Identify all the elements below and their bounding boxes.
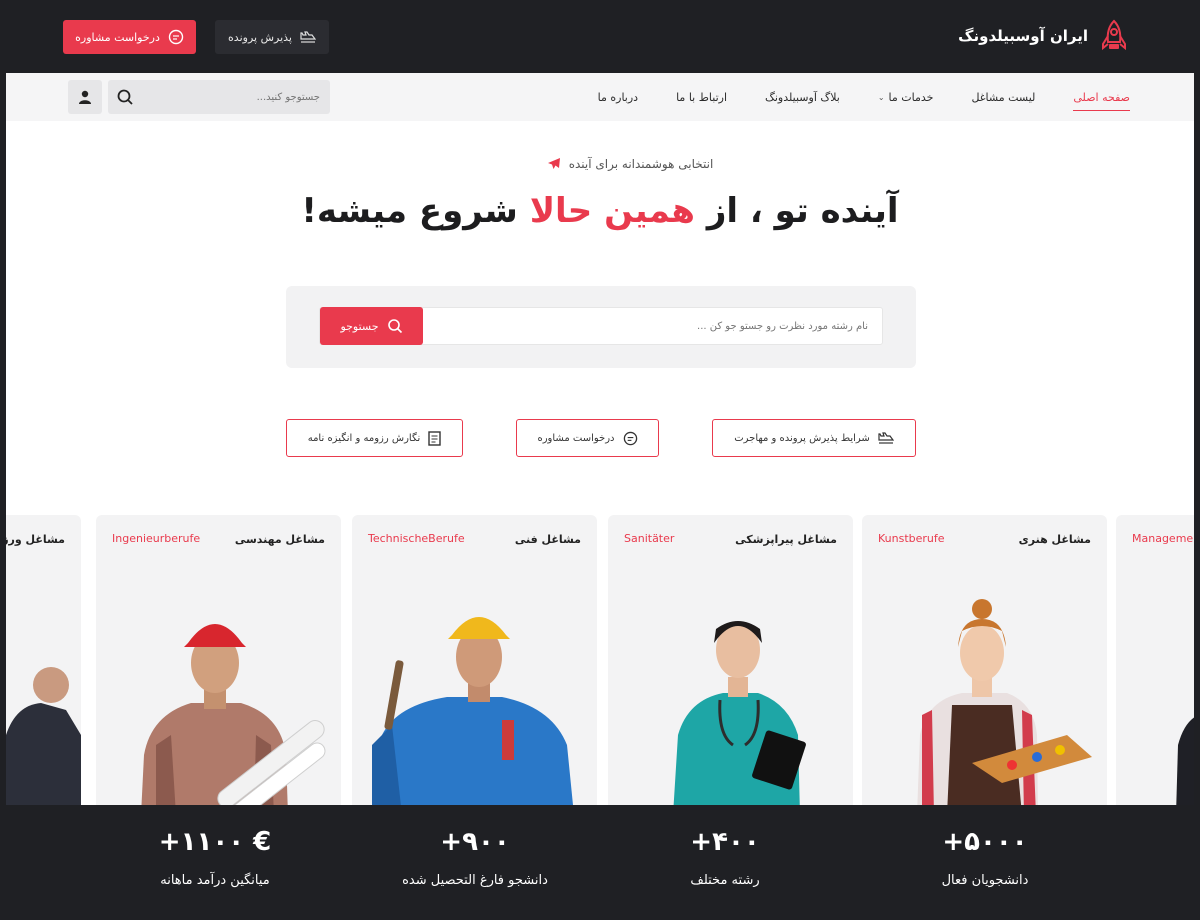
card-technical-jobs[interactable]: مشاغل فنی TechnischeBerufe xyxy=(352,515,597,805)
nurse-image xyxy=(673,621,806,805)
nav-item-contact[interactable]: ارتباط با ما xyxy=(676,73,727,121)
artist-image xyxy=(917,599,1092,805)
consult-button[interactable]: درخواست مشاوره xyxy=(63,20,196,54)
card-engineering-jobs[interactable]: مشاغل مهندسی Ingenieurberufe xyxy=(96,515,341,805)
hero-search-box: جستوجو xyxy=(319,307,883,345)
nav-item-about[interactable]: درباره ما xyxy=(598,73,638,121)
technician-image xyxy=(372,617,573,805)
document-icon xyxy=(428,430,441,446)
nav-item-jobs[interactable]: لیست مشاغل xyxy=(971,73,1035,121)
quick-link-resume[interactable]: نگارش رزومه و انگیزه نامه xyxy=(286,419,463,457)
nav-menu: صفحه اصلی لیست مشاغل خدمات ما ⌄ بلاگ آوسب… xyxy=(598,73,1130,121)
nav-item-services[interactable]: خدمات ما ⌄ xyxy=(878,73,934,121)
hero-search-panel: جستوجو xyxy=(286,286,916,368)
stats-bar: +۵۰۰۰ دانشجویان فعال +۴۰۰ رشته مختلف +۹۰… xyxy=(0,805,1200,920)
hero-headline: آینده تو ، از همین حالا شروع میشه! xyxy=(301,191,899,231)
stat-fields: +۴۰۰ رشته مختلف xyxy=(690,827,760,888)
hero-search-button[interactable]: جستوجو xyxy=(320,307,423,345)
card-sports-jobs[interactable]: مشاغل ورزشی xyxy=(6,515,81,805)
admission-button[interactable]: پذیرش پرونده xyxy=(215,20,329,54)
airplane-icon xyxy=(547,158,560,169)
stat-active-students: +۵۰۰۰ دانشجویان فعال xyxy=(941,827,1029,888)
chevron-down-icon: ⌄ xyxy=(877,92,885,102)
main-nav: صفحه اصلی لیست مشاغل خدمات ما ⌄ بلاگ آوسب… xyxy=(6,73,1194,121)
user-account-button[interactable] xyxy=(68,80,102,114)
user-icon xyxy=(79,90,91,104)
quick-link-admission[interactable]: شرایط پذیرش پرونده و مهاجرت xyxy=(712,419,916,457)
plane-icon xyxy=(878,432,894,444)
brand[interactable]: ایران آوسبیلدونگ xyxy=(958,18,1130,54)
hero-tagline: انتخابی هوشمندانه برای آینده xyxy=(6,157,1194,171)
main-frame: صفحه اصلی لیست مشاغل خدمات ما ⌄ بلاگ آوسب… xyxy=(6,73,1194,805)
chat-icon xyxy=(623,431,637,445)
card-art-jobs[interactable]: مشاغل هنری Kunstberufe xyxy=(862,515,1107,805)
search-icon xyxy=(387,319,402,334)
person-image xyxy=(6,667,81,805)
person-image xyxy=(1176,717,1194,805)
top-bar: ایران آوسبیلدونگ پذیرش پرونده درخواست مش… xyxy=(0,0,1200,73)
nav-search-input[interactable] xyxy=(150,80,320,114)
nav-item-blog[interactable]: بلاگ آوسبیلدونگ xyxy=(765,73,840,121)
brand-name: ایران آوسبیلدونگ xyxy=(958,27,1088,45)
nav-search xyxy=(108,80,330,114)
quick-link-consult[interactable]: درخواست مشاوره xyxy=(516,419,659,457)
stat-graduates: +۹۰۰ دانشجو فارغ التحصیل شده xyxy=(402,827,548,888)
hero-search-input[interactable] xyxy=(448,308,868,344)
card-management-jobs[interactable]: Manageme xyxy=(1116,515,1194,805)
plane-icon xyxy=(300,31,316,43)
card-paramedical-jobs[interactable]: مشاغل پیراپزشکی Sanitäter xyxy=(608,515,853,805)
nav-item-home[interactable]: صفحه اصلی xyxy=(1073,73,1130,121)
search-icon[interactable] xyxy=(116,88,134,106)
job-category-carousel: مشاغل ورزشی مشاغل مهندسی Ingenieurberufe… xyxy=(6,515,1194,805)
chat-icon xyxy=(168,29,184,45)
admission-button-label: پذیرش پرونده xyxy=(228,30,292,44)
consult-button-label: درخواست مشاوره xyxy=(75,30,160,44)
engineer-image xyxy=(141,624,326,805)
stat-monthly-income: +۱۱۰۰ € میانگین درآمد ماهانه xyxy=(158,827,272,888)
rocket-logo-icon xyxy=(1102,19,1126,51)
